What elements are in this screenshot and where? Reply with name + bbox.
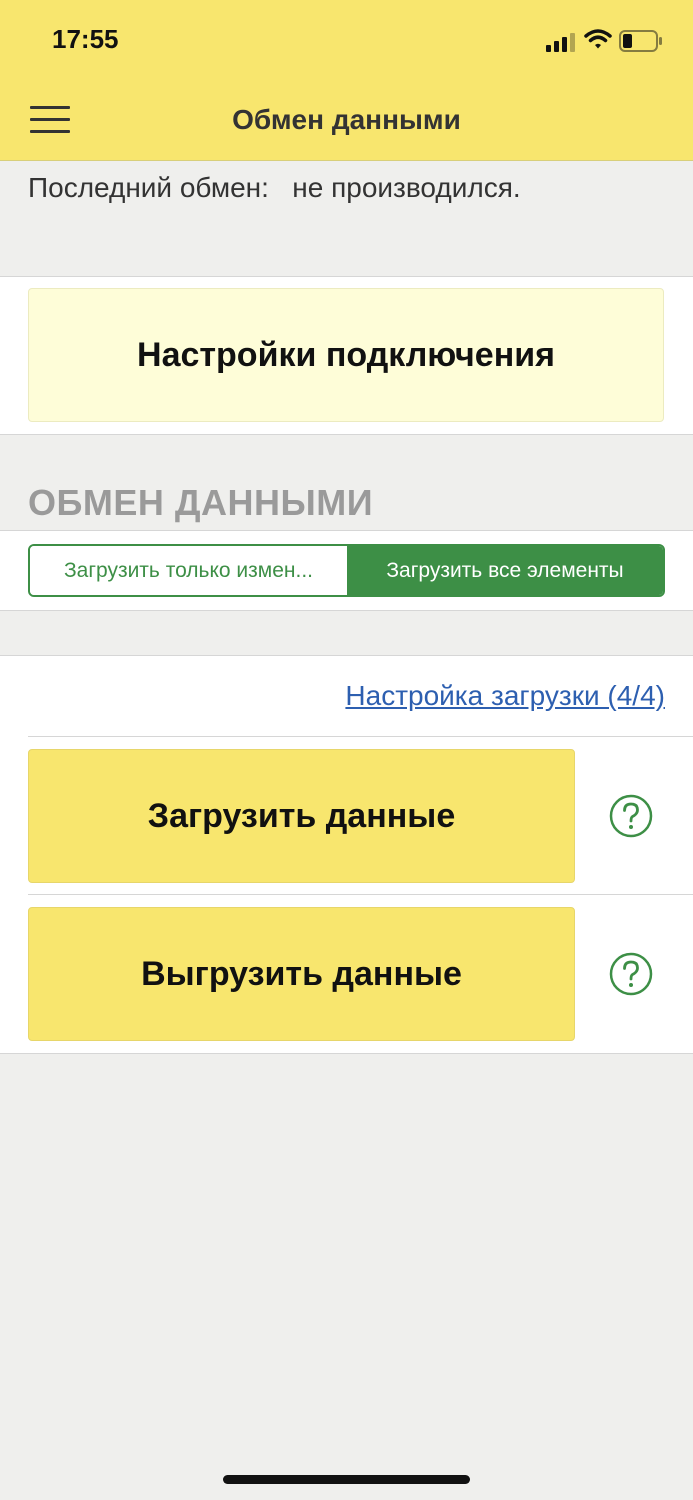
load-changed-only-option[interactable]: Загрузить только измен...: [30, 546, 347, 595]
exchange-section-title: ОБМЕН ДАННЫМИ: [28, 482, 374, 523]
divider: [28, 894, 693, 895]
app-header: 17:55 Обмен данными: [0, 0, 693, 161]
connection-panel: Настройки подключения: [0, 276, 693, 435]
download-data-button[interactable]: Загрузить данные: [28, 749, 575, 883]
battery-icon: [619, 30, 662, 52]
status-bar-time: 17:55: [52, 24, 119, 54]
cellular-signal-icon: [546, 33, 575, 52]
load-mode-toggle: Загрузить только измен... Загрузить все …: [28, 544, 665, 597]
question-circle-icon[interactable]: [609, 952, 653, 996]
connection-settings-button[interactable]: Настройки подключения: [28, 288, 664, 422]
load-all-elements-option[interactable]: Загрузить все элементы: [347, 546, 663, 595]
home-indicator[interactable]: [223, 1475, 470, 1484]
page-title: Обмен данными: [232, 104, 461, 135]
actions-panel: Настройка загрузки (4/4) Загрузить данны…: [0, 655, 693, 1054]
load-settings-link[interactable]: Настройка загрузки (4/4): [345, 680, 665, 712]
question-circle-icon[interactable]: [609, 794, 653, 838]
divider: [28, 736, 693, 737]
last-exchange-value: не производился.: [292, 172, 521, 203]
last-exchange-label: Последний обмен:: [28, 172, 269, 203]
upload-data-button[interactable]: Выгрузить данные: [28, 907, 575, 1041]
wifi-icon: [584, 29, 612, 49]
last-exchange-info: Последний обмен: не производился.: [28, 172, 521, 204]
load-mode-panel: Загрузить только измен... Загрузить все …: [0, 530, 693, 611]
